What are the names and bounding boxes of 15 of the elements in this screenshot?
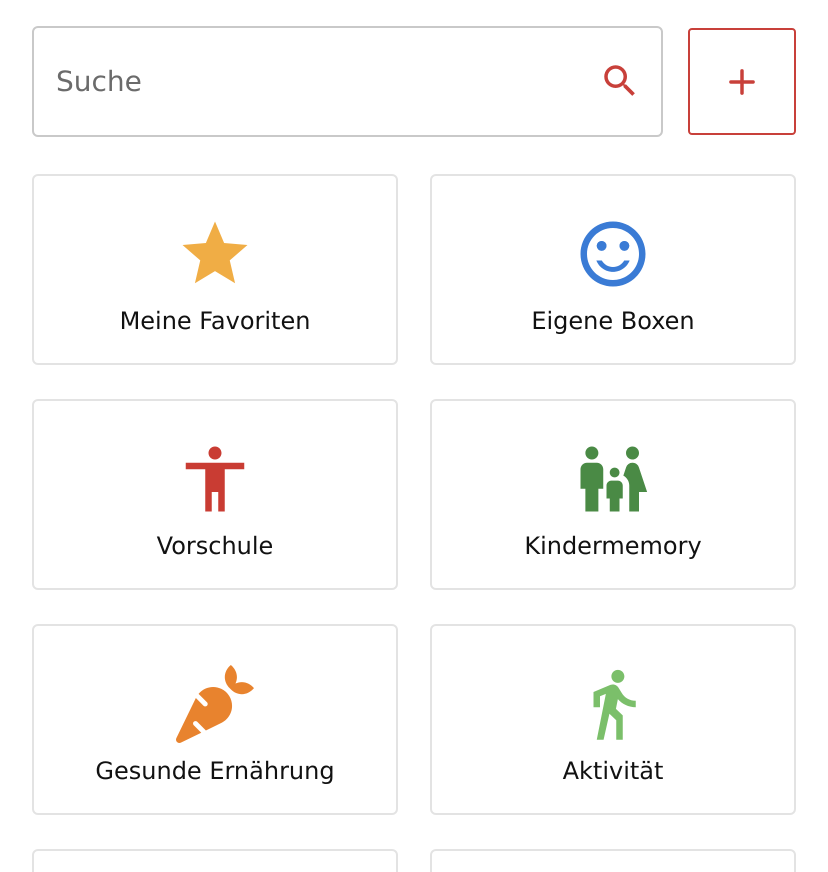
card-label: Eigene Boxen xyxy=(531,306,695,334)
category-card[interactable]: Meine Favoriten xyxy=(32,174,398,365)
carrot-icon xyxy=(176,664,254,742)
card-label: Vorschule xyxy=(156,532,274,560)
card-label: Meine Favoriten xyxy=(120,306,310,334)
add-button[interactable] xyxy=(688,28,796,135)
category-card[interactable]: Gesunde Ernährung xyxy=(32,624,398,815)
card-label: Aktivität xyxy=(562,756,664,784)
card-label: Gesunde Ernährung xyxy=(95,756,335,784)
card-label: Kindermemory xyxy=(524,532,702,560)
category-card[interactable]: Aktivität xyxy=(430,624,796,815)
search-field[interactable]: Suche xyxy=(32,26,663,137)
category-card[interactable]: Kindermemory xyxy=(430,399,796,590)
category-card[interactable]: Vorschule xyxy=(32,399,398,590)
category-card[interactable]: Eigene Boxen xyxy=(430,174,796,365)
